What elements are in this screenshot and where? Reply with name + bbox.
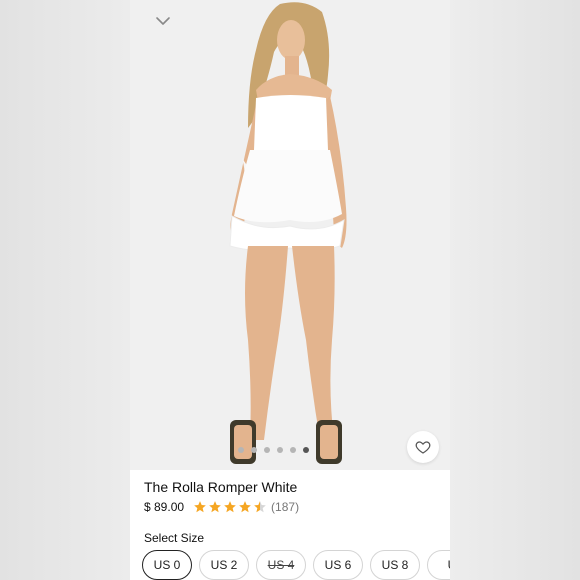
gallery-dot[interactable] [290,447,296,453]
gallery-dot[interactable] [238,447,244,453]
star-icon [223,500,237,514]
product-screen: The Rolla Romper White $ 89.00 (187) Sel… [130,0,450,580]
size-option[interactable]: US 2 [199,550,249,580]
size-option[interactable]: U [427,550,450,580]
size-selector-label: Select Size [144,531,205,545]
size-option[interactable]: US 8 [370,550,420,580]
chevron-down-icon[interactable] [154,12,172,30]
star-icon [193,500,207,514]
gallery-dot[interactable] [277,447,283,453]
size-option[interactable]: US 4 [256,550,306,580]
review-count[interactable]: (187) [271,500,299,514]
star-icon [208,500,222,514]
gallery-dot[interactable] [264,447,270,453]
product-image[interactable] [130,0,450,470]
price-rating-row: $ 89.00 (187) [144,499,299,515]
size-options: US 0US 2US 4US 6US 8U [142,550,450,580]
background-right [450,0,580,580]
product-title: The Rolla Romper White [144,479,298,495]
gallery-dot[interactable] [303,447,309,453]
product-info: The Rolla Romper White $ 89.00 (187) Sel… [130,470,450,580]
favorite-button[interactable] [407,431,439,463]
model-photo [130,0,450,470]
heart-icon [415,439,431,455]
star-icon [253,500,267,514]
background-left [0,0,130,580]
product-price: $ 89.00 [144,500,185,514]
size-option[interactable]: US 6 [313,550,363,580]
rating-stars[interactable] [193,500,267,514]
size-option[interactable]: US 0 [142,550,192,580]
star-icon [238,500,252,514]
gallery-pagination [238,447,309,453]
gallery-dot[interactable] [251,447,257,453]
